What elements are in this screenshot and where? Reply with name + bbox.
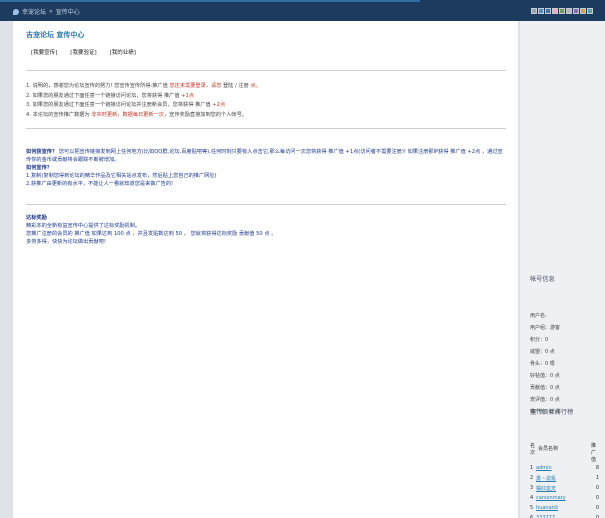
divider xyxy=(26,128,506,129)
ranking-row: 2 勇丶渝氪 1 xyxy=(530,475,599,482)
page-title: 吉宠论坛 宣传中心 xyxy=(26,31,85,39)
account-row: 骨头：0 根 xyxy=(530,361,555,367)
member-link[interactable]: 橘红蓝天 xyxy=(536,485,591,492)
breadcrumb-sep: » xyxy=(49,8,53,15)
tab-verify[interactable]: [我要验证] xyxy=(65,46,102,58)
breadcrumb-site[interactable]: 幸宠论坛 xyxy=(22,7,46,16)
reward-title: 达标奖励 xyxy=(26,215,47,221)
rule-item: 3. 如果您的朋友通过下面任意一个链接访问论坛并注册新会员，您将获得 推广值 +… xyxy=(26,102,226,108)
how-step: 2.获推广由更新的有水平，不能让人一看就知道您是来做广告的! xyxy=(26,181,174,187)
reward-line: 您推广注册的会员的 推广值 如果达到 100 点 ，并且发贴数达到 50 。 您… xyxy=(26,231,277,237)
swatch-icon[interactable] xyxy=(545,8,551,14)
swatch-icon[interactable] xyxy=(573,8,579,14)
rules-list: 1. 说明的，感谢您为论坛宣传的努力! 您宣传宣传所得:推广值 您还未需要登录，… xyxy=(26,82,506,120)
member-link[interactable]: admin xyxy=(536,465,591,471)
top-progress-line xyxy=(0,0,420,2)
rule-item: 2. 如果您的朋友通过下面任意一个链接访问论坛，您将获得 推广值 +1点 xyxy=(26,92,195,99)
account-row: 宠评值：0 点 xyxy=(530,397,560,403)
sidebar: 帐号信息 用户名: 用户组：游客 积分：0 威望：0 点 骨头：0 根 好帖值：… xyxy=(520,21,605,518)
swatch-icon[interactable] xyxy=(587,8,593,14)
account-info: 用户名: 用户组：游客 积分：0 威望：0 点 骨头：0 根 好帖值：0 点 贡… xyxy=(530,310,605,418)
account-row: 贡献值：0 点 xyxy=(530,385,560,391)
account-title: 帐号信息 xyxy=(530,276,555,283)
tab-promote[interactable]: [我要宣传] xyxy=(26,46,63,58)
account-row: 积分：0 xyxy=(530,337,549,343)
divider xyxy=(26,204,506,205)
ranking-row: 5 huananit 0 xyxy=(530,505,599,511)
how-section: 如何获宣传？ 您可以把宣传链接发到网上任何地方(比如QQ群,论坛,百度贴吧等),… xyxy=(26,148,506,188)
theme-swatches xyxy=(531,8,593,14)
member-link[interactable]: huananit xyxy=(536,505,591,511)
swatch-icon[interactable] xyxy=(531,8,537,14)
ranking-row: 1 admin 8 xyxy=(530,465,599,471)
account-row: 用户组：游客 xyxy=(530,325,561,331)
account-row: 用户名: xyxy=(530,313,547,319)
rule-item: 1. 说明的，感谢您为论坛宣传的努力! 您宣传宣传所得:推广值 您还未需要登录，… xyxy=(26,83,261,89)
rule-item: 4. 本论坛的宣传推广数据为 非实时更新，数据每日更新一次，宣传奖励直接加到您的… xyxy=(26,111,247,118)
how-intro: 如何获宣传？ 您可以把宣传链接发到网上任何地方(比如QQ群,论坛,百度贴吧等),… xyxy=(26,149,503,163)
member-link[interactable]: carsonmary xyxy=(536,495,591,501)
tab-results[interactable]: [我的业绩] xyxy=(104,46,141,58)
reward-line: 多劳多得，快快为论坛做出贡献吧! xyxy=(26,239,106,245)
ranking-row: 6 333777 0 xyxy=(530,513,605,518)
breadcrumb-page[interactable]: 宣传中心 xyxy=(56,7,80,16)
home-icon[interactable] xyxy=(13,8,19,15)
reward-section: 达标奖励 精彩本的全新有益宣传中心提供了达标奖励机制。 您推广注册的会员的 推广… xyxy=(26,214,506,246)
swatch-icon[interactable] xyxy=(580,8,586,14)
breadcrumb: 幸宠论坛 » 宣传中心 xyxy=(13,7,80,16)
how-heading: 如何宣传？ xyxy=(26,165,52,171)
top-nav-bar: 幸宠论坛 » 宣传中心 xyxy=(0,0,605,21)
main-content: 吉宠论坛 宣传中心 [我要宣传] [我要验证] [我的业绩] 1. 说明的，感谢… xyxy=(13,21,518,518)
account-row: 好帖值：0 点 xyxy=(530,373,560,379)
swatch-icon[interactable] xyxy=(559,8,565,14)
ranking-header: 名次 会员名称 推广值 xyxy=(530,443,597,463)
reward-line: 精彩本的全新有益宣传中心提供了达标奖励机制。 xyxy=(26,223,141,229)
swatch-icon[interactable] xyxy=(552,8,558,14)
how-step: 1.复制(复制您得到论坛的精华作品及它相关站点发布，然后贴上您自己的推广网址) xyxy=(26,173,217,179)
member-link[interactable]: 勇丶渝氪 xyxy=(536,475,591,482)
swatch-icon[interactable] xyxy=(538,8,544,14)
ranking-row: 4 carsonmary 0 xyxy=(530,495,599,501)
ranking-title: 宣传贡献排行榜 xyxy=(530,409,574,416)
ranking-row: 3 橘红蓝天 0 xyxy=(530,485,599,492)
tab-bar: [我要宣传] [我要验证] [我的业绩] xyxy=(26,46,141,58)
account-row: 威望：0 点 xyxy=(530,349,555,355)
ranking-table: 名次 会员名称 推广值 1 admin 8 2 勇丶渝氪 1 3 橘红蓝天 0 4 carso… xyxy=(530,442,605,518)
divider xyxy=(26,70,506,71)
swatch-icon[interactable] xyxy=(566,8,572,14)
